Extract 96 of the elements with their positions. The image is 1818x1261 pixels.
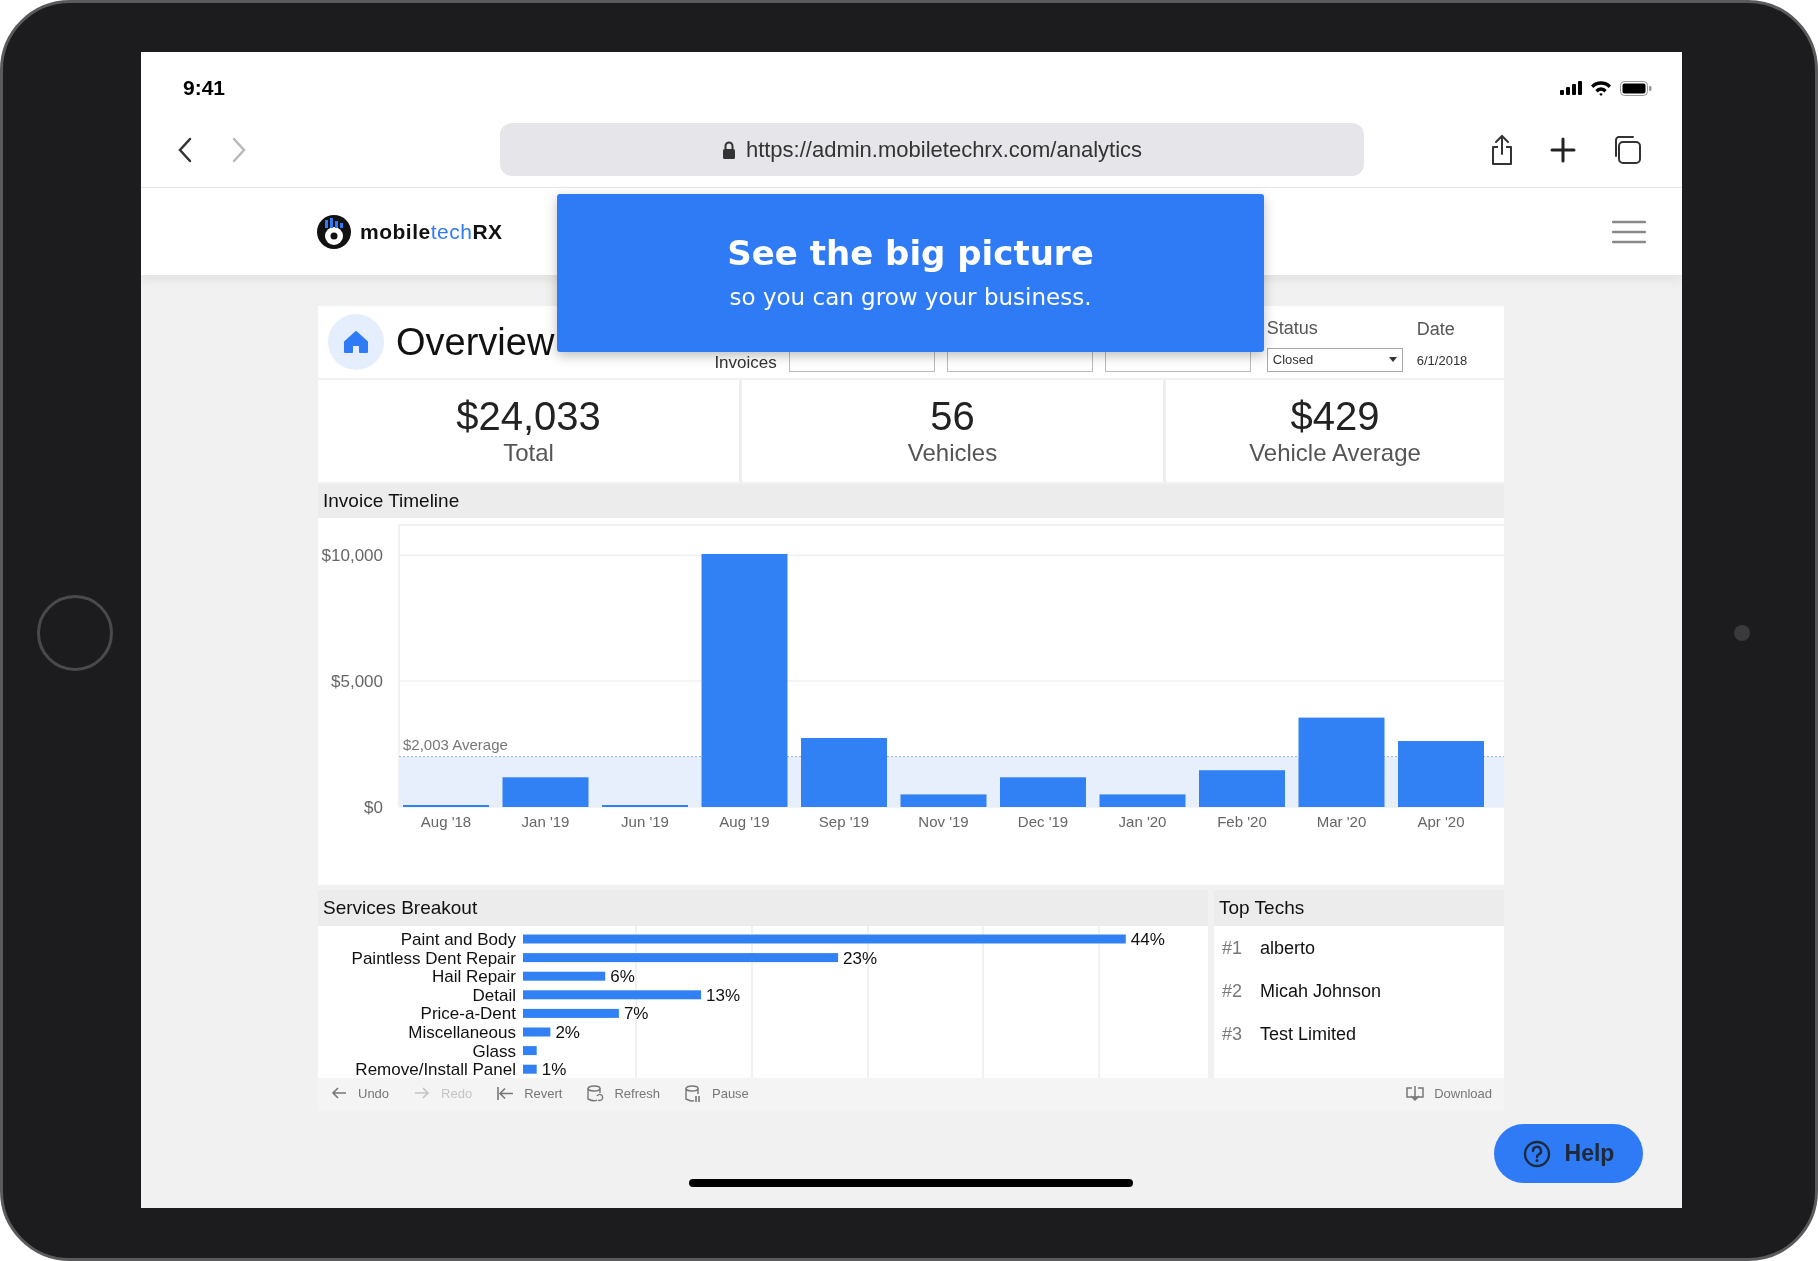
logo-mark-icon — [316, 213, 352, 250]
filter-label: Status — [1266, 316, 1319, 340]
clock-time: 9:41 — [183, 75, 226, 102]
kpi-value: $24,033 — [456, 394, 601, 438]
logo-wordmark[interactable]: mobiletechRX — [360, 215, 503, 248]
page-title: Overview — [396, 319, 555, 365]
wifi-icon — [1590, 80, 1612, 96]
axis-label: Dec '19 — [1017, 813, 1069, 830]
chart-bar[interactable] — [1099, 794, 1186, 807]
banner-subtitle: so you can grow your business. — [729, 283, 1092, 312]
url-text: https://admin.mobiletechrx.com/analytics — [745, 136, 1143, 164]
bar-label: Hail Repair — [431, 967, 516, 987]
home-icon[interactable] — [328, 314, 384, 370]
filter-label: Invoices — [714, 354, 777, 372]
bar-label: Remove/Install Panel — [355, 1060, 516, 1078]
chart-bar[interactable] — [1199, 770, 1285, 807]
chart-bar[interactable] — [523, 1027, 551, 1037]
value-label: 7% — [623, 1004, 649, 1024]
chart-bar[interactable] — [523, 953, 839, 963]
chart-bar[interactable] — [523, 971, 606, 981]
camera-icon — [1734, 625, 1750, 641]
axis-label: Jun '19 — [621, 813, 669, 830]
axis-label: Jan '20 — [1118, 813, 1167, 830]
home-button-icon — [37, 595, 113, 671]
axis-label: Aug '18 — [420, 813, 472, 830]
bar-label: Paint and Body — [400, 930, 516, 949]
value-label: 2% — [555, 1023, 580, 1042]
section-header: Top Techs — [1214, 890, 1504, 926]
share-icon[interactable] — [1490, 133, 1514, 166]
battery-icon — [1620, 80, 1652, 96]
back-chevron-icon[interactable] — [177, 136, 193, 163]
status-dropdown[interactable]: Closed — [1266, 347, 1403, 372]
filter-label: Date — [1416, 317, 1456, 341]
toolbar-button[interactable]: Revert — [496, 1084, 563, 1104]
help-button[interactable]: Help — [1494, 1124, 1643, 1183]
url-bar[interactable]: https://admin.mobiletechrx.com/analytics — [500, 123, 1364, 176]
kpi-label: Total — [503, 438, 554, 468]
plus-icon[interactable] — [1550, 136, 1576, 163]
value-label: 23% — [843, 948, 878, 968]
toolbar-button[interactable]: Refresh — [586, 1084, 660, 1104]
menu-icon[interactable] — [1612, 219, 1646, 244]
date-value: 6/1/2018 — [1416, 351, 1468, 370]
chart-bar[interactable] — [523, 990, 702, 1000]
kpi-label: Vehicles — [907, 438, 998, 468]
kpi-value: 56 — [930, 394, 975, 438]
chart-bar[interactable] — [900, 794, 987, 807]
toolbar-button[interactable]: Undo — [330, 1084, 390, 1104]
chart-bar[interactable] — [502, 777, 589, 807]
axis-label: $5,000 — [331, 672, 383, 692]
value-label: 6% — [610, 967, 635, 987]
filter-field[interactable] — [1104, 350, 1251, 372]
bar-label: Price-a-Dent — [420, 1004, 516, 1024]
axis-label: $0 — [364, 798, 383, 817]
caret-icon — [1388, 357, 1397, 362]
axis-label: Aug '19 — [719, 813, 770, 830]
kpi-value: $429 — [1290, 394, 1380, 438]
filter-field[interactable] — [788, 350, 935, 372]
tech-name: Micah Johnson — [1260, 979, 1382, 1003]
chart-bar[interactable] — [1298, 717, 1385, 807]
value-label: 1% — [541, 1060, 567, 1078]
rank-number: #1 — [1222, 936, 1244, 960]
bar-label: Glass — [472, 1041, 516, 1061]
chart-bar[interactable] — [1000, 777, 1086, 807]
axis-label: Jan '19 — [521, 813, 570, 830]
bar-label: Miscellaneous — [408, 1023, 516, 1042]
value-label: 44% — [1130, 930, 1165, 949]
tabs-icon[interactable] — [1612, 134, 1642, 165]
lock-icon — [721, 140, 736, 159]
tech-name: alberto — [1260, 936, 1316, 960]
banner-title: See the big picture — [727, 232, 1094, 275]
toolbar-button[interactable]: Download — [1406, 1084, 1492, 1104]
signal-icon — [1560, 81, 1582, 95]
average-label: $2,003 Average — [403, 735, 508, 753]
toolbar-button[interactable]: Pause — [684, 1084, 749, 1104]
kpi-label: Vehicle Average — [1249, 438, 1421, 468]
rank-number: #2 — [1222, 979, 1244, 1003]
section-header: Services Breakout — [318, 890, 1208, 926]
chart-bar[interactable] — [523, 934, 1126, 944]
axis-label: $10,000 — [321, 546, 383, 566]
chart-bar[interactable] — [523, 1064, 537, 1074]
value-label: 13% — [706, 985, 741, 1005]
axis-label: Sep '19 — [818, 813, 870, 830]
bar-label: Detail — [472, 985, 516, 1005]
help-icon — [1522, 1139, 1551, 1168]
chart-bar[interactable] — [701, 553, 788, 807]
rank-number: #3 — [1222, 1022, 1244, 1046]
chart-bar[interactable] — [523, 1046, 537, 1056]
bar-label: Paintless Dent Repair — [351, 948, 516, 968]
axis-label: Feb '20 — [1217, 813, 1267, 830]
chart-bar[interactable] — [523, 1008, 619, 1018]
axis-label: Mar '20 — [1316, 813, 1367, 830]
filter-field[interactable] — [946, 350, 1093, 372]
section-header: Invoice Timeline — [318, 484, 1504, 518]
axis-label: Nov '19 — [918, 813, 969, 830]
axis-label: Apr '20 — [1417, 813, 1465, 830]
tech-name: Test Limited — [1260, 1022, 1357, 1046]
